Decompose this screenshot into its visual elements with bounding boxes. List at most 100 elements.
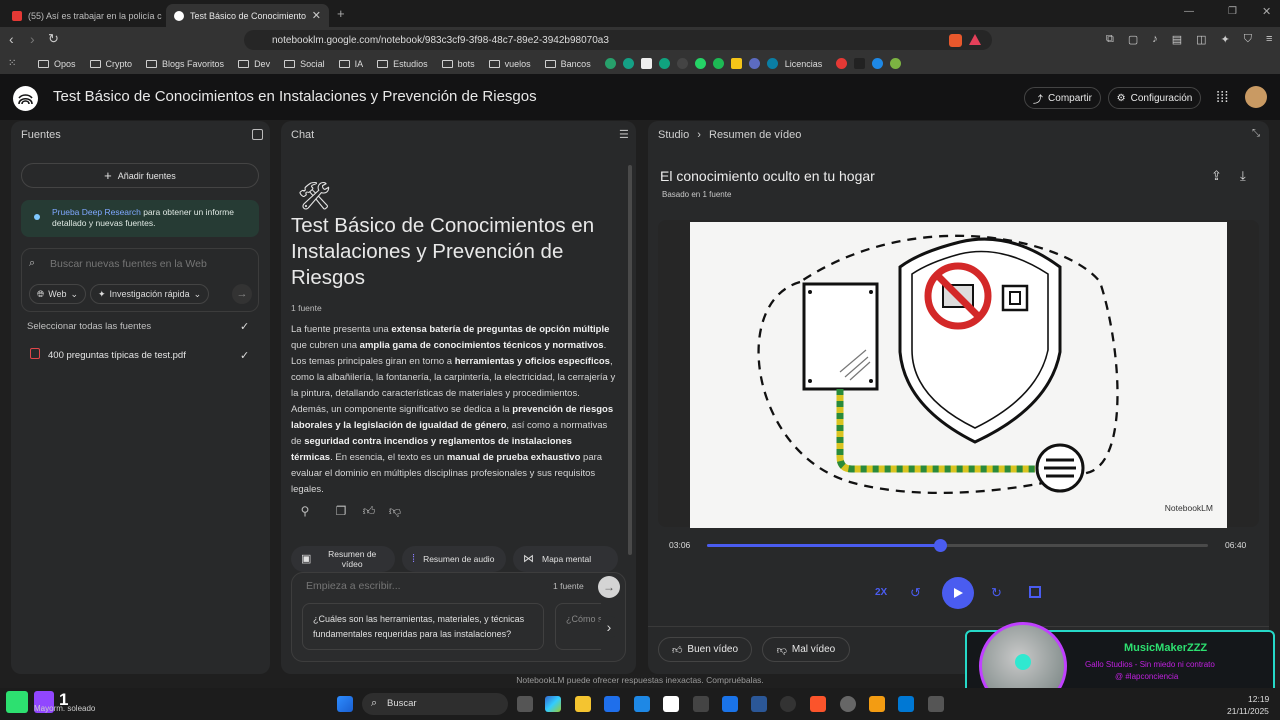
play-button[interactable]: [942, 577, 974, 609]
site-icon[interactable]: [604, 58, 616, 69]
close-icon[interactable]: ✕: [306, 9, 321, 22]
audio-overview-button[interactable]: ⁞ Resumen de audio: [402, 546, 506, 572]
app-icon[interactable]: [722, 696, 738, 712]
whatsapp-icon[interactable]: [694, 58, 706, 69]
source-checkbox[interactable]: ✓: [240, 349, 249, 362]
copy-icon[interactable]: ❐: [331, 501, 351, 521]
vpn-icon[interactable]: ⛉: [1244, 33, 1252, 47]
bookmark-crypto[interactable]: Crypto: [89, 59, 132, 69]
good-video-button[interactable]: 👍︎ Buen vídeo: [658, 637, 752, 662]
back-icon[interactable]: ‹: [9, 31, 14, 47]
bookmark-ia[interactable]: IA: [338, 59, 363, 69]
spotify-icon[interactable]: [712, 58, 724, 69]
suggestion-chip[interactable]: ¿Cuáles son las herramientas, materiales…: [302, 603, 544, 650]
breadcrumb-studio[interactable]: Studio: [658, 129, 689, 141]
search-input[interactable]: [50, 256, 250, 272]
forward-icon[interactable]: ›: [30, 31, 35, 47]
site-icon[interactable]: [890, 58, 902, 69]
send-button[interactable]: →: [598, 576, 620, 598]
download-icon[interactable]: ⤓: [1240, 168, 1246, 184]
mind-map-button[interactable]: ⋈ Mapa mental: [513, 546, 618, 572]
research-mode-chip[interactable]: ✦ Investigación rápida ⌄: [90, 284, 210, 304]
bookmark-dev[interactable]: Dev: [238, 59, 270, 69]
thumbs-up-icon[interactable]: 👍︎: [359, 501, 379, 521]
sidebar-icon[interactable]: ▢: [1128, 33, 1138, 47]
thumbs-down-icon[interactable]: 👎︎: [385, 501, 405, 521]
tab-youtube[interactable]: (55) Así es trabajar en la policía com: [4, 4, 162, 27]
new-tab-icon[interactable]: +: [337, 6, 345, 21]
site-icon[interactable]: [676, 58, 688, 69]
window-close-icon[interactable]: ✕: [1262, 5, 1271, 18]
site-icon[interactable]: [854, 58, 866, 69]
seek-bar[interactable]: [707, 539, 1208, 552]
video-overview-button[interactable]: ▣ Resumen de vídeo: [291, 546, 395, 572]
site-icon[interactable]: [872, 58, 884, 69]
settings-button[interactable]: ⚙ Configuración: [1108, 87, 1201, 109]
store-icon[interactable]: [604, 696, 620, 712]
site-icon[interactable]: [640, 58, 652, 69]
wallet-icon[interactable]: ◫: [1196, 33, 1206, 47]
file-explorer-icon[interactable]: [575, 696, 591, 712]
brave-rewards-icon[interactable]: [969, 34, 981, 45]
bookmark-bots[interactable]: bots: [441, 59, 475, 69]
add-sources-button[interactable]: + Añadir fuentes: [21, 163, 259, 188]
deep-research-link[interactable]: Prueba Deep Research: [52, 207, 141, 217]
source-item[interactable]: 400 preguntas típicas de test.pdf ✓: [21, 343, 259, 367]
tab-notebooklm[interactable]: Test Básico de Conocimientos e ✕: [166, 4, 329, 27]
brave-shield-icon[interactable]: [949, 34, 962, 47]
video-frame[interactable]: NotebookLM: [690, 222, 1227, 528]
site-icon[interactable]: [836, 58, 848, 69]
web-filter-chip[interactable]: 🌐︎ Web ⌄: [29, 284, 87, 304]
suggestion-chip[interactable]: ¿Cómo se seg: [555, 603, 601, 650]
site-icon[interactable]: [730, 58, 742, 69]
bad-video-button[interactable]: 👎︎ Mal vídeo: [762, 637, 850, 662]
copilot-icon[interactable]: [545, 696, 561, 712]
seek-handle[interactable]: [933, 539, 947, 552]
app-icon[interactable]: [693, 696, 709, 712]
select-all-checkbox[interactable]: ✓: [240, 320, 249, 333]
leo-icon[interactable]: ✦: [1221, 33, 1230, 47]
github-icon[interactable]: [780, 696, 796, 712]
chevron-right-icon[interactable]: ›: [598, 616, 620, 638]
site-icon[interactable]: [766, 58, 778, 69]
app-icon[interactable]: [840, 696, 856, 712]
app-icon[interactable]: [663, 696, 679, 712]
apps-grid-icon[interactable]: ⁞⁞⁞: [1216, 89, 1229, 106]
chat-input[interactable]: [306, 579, 526, 593]
avatar[interactable]: [1245, 86, 1267, 108]
deep-research-banner[interactable]: Prueba Deep Research para obtener un inf…: [21, 200, 259, 237]
app-icon[interactable]: [869, 696, 885, 712]
bookmark-licencias[interactable]: Licencias: [785, 59, 823, 69]
site-icon[interactable]: [748, 58, 760, 69]
bookmark-estudios[interactable]: Estudios: [377, 59, 428, 69]
reload-icon[interactable]: ↻: [48, 31, 59, 47]
fullscreen-icon[interactable]: [1029, 586, 1041, 598]
site-icon[interactable]: [658, 58, 670, 69]
bookmark-social[interactable]: Social: [284, 59, 325, 69]
share-button[interactable]: ⤴ Compartir: [1024, 87, 1101, 109]
terminal-icon[interactable]: [751, 696, 767, 712]
menu-icon[interactable]: ≡: [1266, 33, 1272, 47]
notebooklm-logo-icon[interactable]: [13, 86, 38, 111]
extensions-icon[interactable]: ⧉: [1106, 33, 1114, 47]
collapse-panel-icon[interactable]: [252, 129, 263, 140]
outlook-icon[interactable]: [898, 696, 914, 712]
app-icon[interactable]: [928, 696, 944, 712]
taskbar-search[interactable]: ⌕ Buscar: [362, 693, 508, 715]
forward-10-icon[interactable]: ↻: [991, 585, 1002, 601]
rewind-10-icon[interactable]: ↺: [910, 585, 921, 601]
pin-icon[interactable]: ⚲: [295, 501, 315, 521]
restore-icon[interactable]: ❐: [1228, 6, 1237, 17]
share-icon[interactable]: ⇪: [1211, 168, 1222, 184]
address-bar[interactable]: notebooklm.google.com/notebook/983c3cf9-…: [244, 30, 992, 50]
collapse-icon[interactable]: ⤡: [1252, 128, 1260, 139]
bookmark-bancos[interactable]: Bancos: [544, 59, 591, 69]
bookmark-vuelos[interactable]: vuelos: [488, 59, 531, 69]
apps-grid-icon[interactable]: ⁙: [8, 58, 16, 69]
brave-icon[interactable]: [810, 696, 826, 712]
vscode-icon[interactable]: [634, 696, 650, 712]
speed-button[interactable]: 2X: [875, 587, 887, 598]
tune-icon[interactable]: ☰: [619, 128, 629, 141]
bookmark-blogs[interactable]: Blogs Favoritos: [146, 59, 224, 69]
site-icon[interactable]: [622, 58, 634, 69]
